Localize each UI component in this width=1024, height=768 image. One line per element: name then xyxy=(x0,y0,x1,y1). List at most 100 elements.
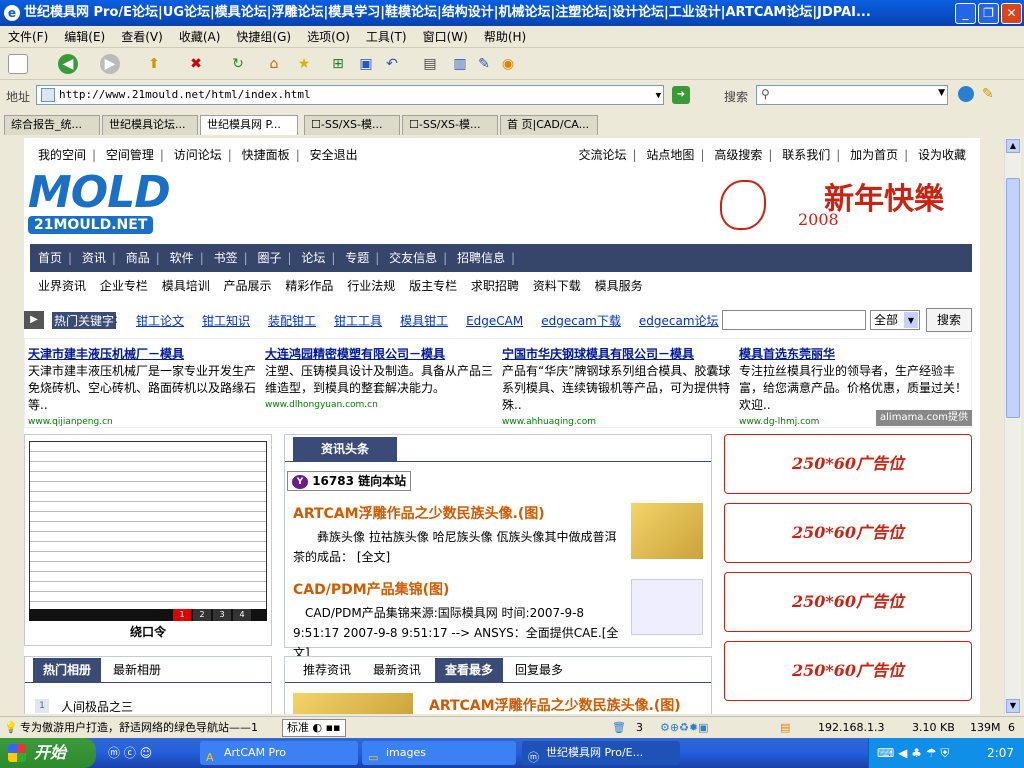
ad-title[interactable]: 模具首选东莞丽华 xyxy=(739,346,975,363)
tray-icons[interactable]: ⌨ ◀ ♣ ☂ ⛨ xyxy=(877,738,949,768)
link-set-home[interactable]: 加为首页 xyxy=(850,148,898,162)
nav-bookmarks[interactable]: 书签 xyxy=(214,251,238,265)
fullscreen-icon[interactable]: ▣ xyxy=(356,54,376,74)
nav-topics[interactable]: 专题 xyxy=(345,251,369,265)
news-title[interactable]: CAD/PDM产品集锦(图) xyxy=(293,579,629,599)
pager-page[interactable]: 1 xyxy=(173,609,191,621)
ad-slot[interactable]: 250*60广告位 xyxy=(724,434,972,494)
maximize-button[interactable]: ❐ xyxy=(978,3,999,24)
ad-slot[interactable]: 250*60广告位 xyxy=(724,641,972,701)
scroll-down-icon[interactable]: ▼ xyxy=(1006,699,1020,713)
hot-link[interactable]: 钳工工具 xyxy=(334,314,382,328)
quicklaunch-icons[interactable]: ⓜ ⓒ ☺ xyxy=(108,744,152,761)
ad-url[interactable]: www.ahhuaqing.com xyxy=(502,414,738,431)
rss-status-icon[interactable]: ▤ xyxy=(780,717,790,739)
task-artcam[interactable]: A ArtCAM Pro xyxy=(200,741,358,765)
vertical-scrollbar[interactable]: ▲ ▼ xyxy=(1004,138,1021,714)
minimize-button[interactable]: _ xyxy=(955,3,976,24)
subnav-industry[interactable]: 业界资讯 xyxy=(38,279,86,293)
menu-favorites[interactable]: 收藏(A) xyxy=(171,26,229,48)
link-quick-panel[interactable]: 快捷面板 xyxy=(242,148,290,162)
pager-page[interactable]: 2 xyxy=(193,609,211,621)
subnav-enterprise[interactable]: 企业专栏 xyxy=(100,279,148,293)
site-logo[interactable]: MOLD 21MOULD.NET xyxy=(28,170,190,238)
window-list-icon[interactable]: ▤ xyxy=(420,54,440,74)
link-advanced-search[interactable]: 高级搜索 xyxy=(714,148,762,162)
tab-most-replied[interactable]: 回复最多 xyxy=(505,658,573,682)
ad-slot[interactable]: 250*60广告位 xyxy=(724,572,972,632)
ime-indicator[interactable]: 标准 ◐ ▪▪ xyxy=(282,719,346,737)
subnav-training[interactable]: 模具培训 xyxy=(162,279,210,293)
subnav-services[interactable]: 模具服务 xyxy=(595,279,643,293)
menu-help[interactable]: 帮助(H) xyxy=(476,26,534,48)
stop-icon[interactable]: ✖ xyxy=(186,54,206,74)
tab-most-viewed[interactable]: 查看最多 xyxy=(435,658,504,682)
hot-link[interactable]: 模具钳工 xyxy=(400,314,448,328)
tab-latest[interactable]: 最新资讯 xyxy=(363,658,431,682)
tab-report[interactable]: 综合报告_统... xyxy=(4,115,100,135)
hot-link[interactable]: edgecam下载 xyxy=(541,314,621,328)
ad-title[interactable]: 宁国市华庆钢球模具有限公司－模具 xyxy=(502,346,738,363)
search-input[interactable]: ⚲ ▼ xyxy=(756,85,948,105)
search-scope-select[interactable]: 全部 ▼ xyxy=(870,310,920,330)
hot-link[interactable]: 钳工知识 xyxy=(202,314,250,328)
clock[interactable]: 2:07 xyxy=(987,746,1014,760)
ad-url[interactable]: www.dlhongyuan.com.cn xyxy=(265,397,501,414)
info-thumbnail[interactable] xyxy=(293,693,413,714)
home-icon[interactable]: ⌂ xyxy=(264,54,284,74)
menu-window[interactable]: 窗口(W) xyxy=(415,26,476,48)
link-my-space[interactable]: 我的空间 xyxy=(38,148,86,162)
refresh-icon[interactable]: ↻ xyxy=(228,54,248,74)
close-button[interactable]: ✕ xyxy=(1001,3,1022,24)
menu-view[interactable]: 查看(V) xyxy=(113,26,171,48)
window-title-bar[interactable]: e 世纪模具网 Pro/E论坛|UG论坛|模具论坛|浮雕论坛|模具学习|鞋模论坛… xyxy=(0,0,1024,26)
menu-groups[interactable]: 快捷组(G) xyxy=(228,26,299,48)
subnav-laws[interactable]: 行业法规 xyxy=(347,279,395,293)
ad-item[interactable]: 大连鸿园精密模塑有限公司－模具 注塑、压铸模具设计及制造。具备从产品三维造型，到… xyxy=(265,346,501,414)
back-icon[interactable]: ◀ xyxy=(58,54,78,74)
hot-link[interactable]: EdgeCAM xyxy=(466,314,523,328)
link-sitemap[interactable]: 站点地图 xyxy=(646,148,694,162)
ad-title[interactable]: 天津市建丰液压机械厂－模具 xyxy=(28,346,264,363)
hot-link[interactable]: 装配钳工 xyxy=(268,314,316,328)
edit-icon[interactable]: ✎ xyxy=(474,54,494,74)
hot-link[interactable]: edgecam论坛 xyxy=(639,314,719,328)
nav-forum[interactable]: 论坛 xyxy=(301,251,325,265)
scroll-up-icon[interactable]: ▲ xyxy=(1006,139,1020,153)
go-icon[interactable]: ➜ xyxy=(672,86,690,104)
rss-icon[interactable]: ◉ xyxy=(498,54,518,74)
nav-goods[interactable]: 商品 xyxy=(126,251,150,265)
tab-current[interactable]: 世纪模具网 P... xyxy=(200,115,298,135)
nav-jobs[interactable]: 招聘信息 xyxy=(457,251,505,265)
url-dropdown-icon[interactable]: ▼ xyxy=(656,87,661,105)
link-contact[interactable]: 联系我们 xyxy=(782,148,830,162)
pager-page[interactable]: 3 xyxy=(213,609,231,621)
news-title[interactable]: ARTCAM浮雕作品之少数民族头像.(图) xyxy=(293,503,623,523)
tab-ss-1[interactable]: ☐-SS/XS-模... xyxy=(304,115,400,135)
news-more-link[interactable]: [全文] xyxy=(357,550,390,564)
subnav-recruit[interactable]: 求职招聘 xyxy=(471,279,519,293)
tab-recommended[interactable]: 推荐资讯 xyxy=(293,658,361,682)
ad-slot[interactable]: 250*60广告位 xyxy=(724,503,972,563)
tab-forum[interactable]: 世纪模具论坛... xyxy=(102,115,198,135)
album-item[interactable]: 人间极品之三 xyxy=(61,698,133,714)
menu-tools[interactable]: 工具(T) xyxy=(358,26,415,48)
nav-news[interactable]: 资讯 xyxy=(82,251,106,265)
group-icon[interactable]: ⊞ xyxy=(328,54,348,74)
status-tools-icon[interactable]: ⚙⊕♻✹▣ xyxy=(660,717,709,739)
menu-file[interactable]: 文件(F) xyxy=(0,26,56,48)
tab-cad[interactable]: 首 页|CAD/CA... xyxy=(500,115,598,135)
ad-item[interactable]: 天津市建丰液压机械厂－模具 天津市建丰液压机械厂是一家专业开发生产免烧砖机、空心… xyxy=(28,346,264,431)
url-input[interactable]: http://www.21mould.net/html/index.html ▼ xyxy=(36,85,664,105)
doc-thumbnail[interactable] xyxy=(29,441,267,619)
subnav-moderators[interactable]: 版主专栏 xyxy=(409,279,457,293)
nav-home[interactable]: 首页 xyxy=(38,251,62,265)
tab-new-albums[interactable]: 最新相册 xyxy=(103,658,171,682)
subnav-works[interactable]: 精彩作品 xyxy=(285,279,333,293)
link-visit-forum[interactable]: 访问论坛 xyxy=(174,148,222,162)
link-space-manage[interactable]: 空间管理 xyxy=(106,148,154,162)
globe-icon[interactable] xyxy=(958,86,974,102)
task-browser[interactable]: ⓜ 世纪模具网 Pro/E... xyxy=(522,741,680,765)
subnav-products[interactable]: 产品展示 xyxy=(224,279,272,293)
new-page-icon[interactable] xyxy=(8,54,28,74)
